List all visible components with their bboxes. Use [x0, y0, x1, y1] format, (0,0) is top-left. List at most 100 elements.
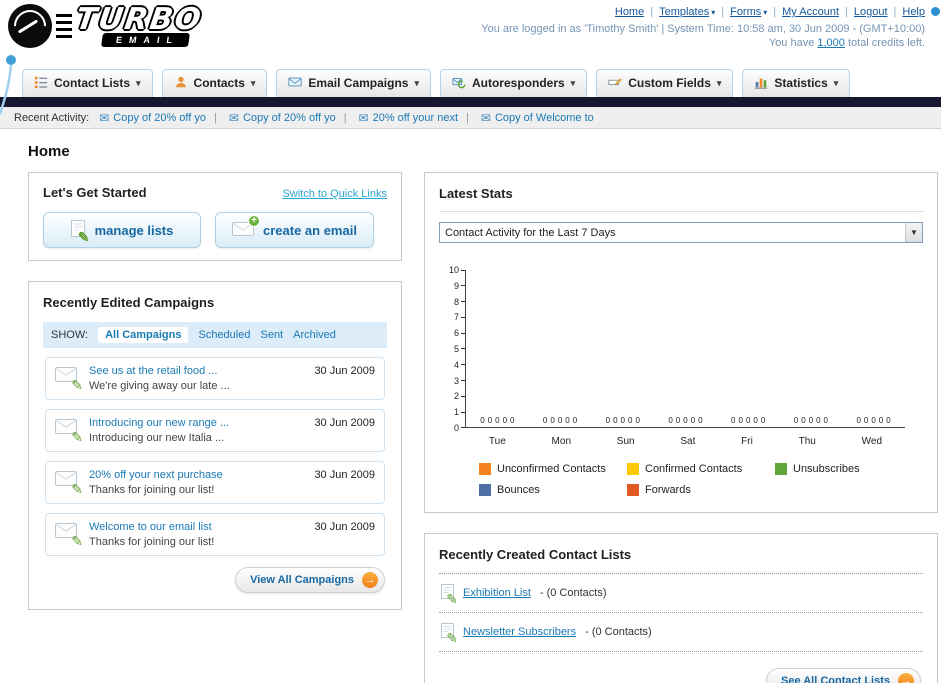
create-email-button[interactable]: + create an email — [215, 212, 374, 248]
top-link-my-account[interactable]: My Account — [767, 6, 839, 18]
main-nav: Contact Lists ▾ Contacts ▾ Email Campaig… — [0, 64, 941, 97]
campaign-title-link[interactable]: See us at the retail food ... — [89, 365, 230, 377]
recent-campaigns-panel: Recently Edited Campaigns SHOW: All Camp… — [28, 281, 402, 610]
nav-tab-statistics[interactable]: Statistics ▾ — [742, 69, 851, 97]
chart-y-tick: 4 — [439, 360, 465, 370]
legend-label: Unsubscribes — [793, 463, 860, 475]
chart-data-label: 0 — [487, 416, 493, 425]
recent-activity-item[interactable]: ✉20% off your next — [336, 112, 458, 124]
top-link-help[interactable]: Help — [888, 6, 925, 18]
chart-data-label: 0 — [480, 416, 485, 425]
email-edit-icon: ✎ — [55, 521, 83, 548]
see-all-contact-lists-button[interactable]: See All Contact Lists → — [765, 668, 921, 683]
top-link-forms[interactable]: Forms▾ — [715, 6, 767, 18]
chart-y-tick: 7 — [439, 312, 465, 322]
header: TURBO EMAIL Home Templates▾ Forms▾ My Ac… — [0, 0, 941, 115]
chart-data-label: 0 — [886, 416, 891, 425]
campaign-row: ✎ See us at the retail food ... We're gi… — [45, 357, 385, 400]
recent-activity-item[interactable]: ✉Copy of Welcome to — [458, 112, 594, 124]
logo-title: TURBO — [73, 2, 205, 37]
recent-campaigns-title: Recently Edited Campaigns — [43, 295, 215, 310]
contact-list-link[interactable]: Newsletter Subscribers — [463, 626, 576, 638]
nav-tab-contact-lists[interactable]: Contact Lists ▾ — [22, 69, 153, 97]
chart-data-label: 0 — [605, 416, 611, 425]
top-link-home[interactable]: Home — [615, 6, 644, 18]
chart-data-label: 0 — [816, 416, 821, 425]
chart-data-label: 0 — [613, 416, 618, 425]
filter-all-campaigns[interactable]: All Campaigns — [98, 327, 189, 343]
nav-tab-label: Autoresponders — [471, 76, 565, 90]
stats-period-select[interactable]: Contact Activity for the Last 7 Days ▼ — [439, 222, 923, 243]
chart-data-label: 0 — [635, 416, 640, 425]
contact-list-link[interactable]: Exhibition List — [463, 587, 531, 599]
top-link-templates[interactable]: Templates▾ — [644, 6, 715, 18]
email-edit-icon: ✎ — [55, 469, 83, 496]
credits-amount-link[interactable]: 1,000 — [817, 37, 845, 49]
top-link-logout[interactable]: Logout — [839, 6, 888, 18]
filter-archived[interactable]: Archived — [293, 329, 336, 341]
campaign-row: ✎ Introducing our new range ... Introduc… — [45, 409, 385, 452]
list-edit-icon: ✎ — [441, 584, 458, 606]
view-all-campaigns-button[interactable]: View All Campaigns → — [235, 567, 385, 593]
filter-sent[interactable]: Sent — [260, 329, 283, 341]
chart-data-label: 0 — [808, 416, 814, 425]
nav-tab-contacts[interactable]: Contacts ▾ — [161, 69, 268, 97]
chart-data-label: 0 — [753, 416, 758, 425]
chart-data-label: 0 — [856, 416, 861, 425]
credits-info: You have 1,000 total credits left. — [481, 37, 925, 49]
campaign-title-link[interactable]: Welcome to our email list — [89, 521, 214, 533]
nav-tab-email-campaigns[interactable]: Email Campaigns ▾ — [276, 69, 431, 97]
select-arrow-icon: ▼ — [905, 223, 922, 242]
chart-data-label: 0 — [627, 416, 633, 425]
campaign-date: 30 Jun 2009 — [314, 417, 375, 429]
chart-y-axis: 10 9 8 7 6 5 4 3 2 1 0 — [439, 265, 465, 433]
recent-contact-lists-title: Recently Created Contact Lists — [439, 547, 632, 562]
campaign-title-link[interactable]: 20% off your next purchase — [89, 469, 223, 481]
recent-activity-item[interactable]: ✉Copy of 20% off yo — [99, 112, 206, 124]
campaign-title-link[interactable]: Introducing our new range ... — [89, 417, 229, 429]
corner-dot — [931, 7, 940, 16]
list-edit-icon: ✎ — [70, 220, 90, 244]
contact-list-count: - (0 Contacts) — [539, 587, 607, 599]
view-all-campaigns-label: View All Campaigns — [250, 574, 354, 586]
chart-value-group: 00000 — [606, 416, 640, 425]
credits-suffix: total credits left. — [844, 37, 925, 49]
chart-x-tick-label: Sun — [616, 436, 635, 447]
chevron-down-icon: ▾ — [250, 77, 256, 88]
legend-label: Unconfirmed Contacts — [497, 463, 606, 475]
nav-tab-custom-fields[interactable]: Custom Fields ▾ — [596, 69, 734, 97]
chart-data-label: 0 — [565, 416, 570, 425]
legend-swatch — [479, 484, 491, 496]
get-started-title: Let's Get Started — [43, 185, 147, 200]
nav-tab-label: Custom Fields — [628, 76, 711, 90]
chart-plot-groups: 00000000000000000000000000000000000 — [466, 416, 905, 425]
chart-data-label: 0 — [495, 416, 500, 425]
arrow-right-icon: → — [362, 572, 378, 588]
chart-y-tick: 2 — [439, 391, 465, 401]
filter-scheduled[interactable]: Scheduled — [198, 329, 250, 341]
switch-quick-links-link[interactable]: Switch to Quick Links — [282, 188, 387, 200]
chevron-down-icon: ▾ — [136, 77, 141, 88]
chart-x-tick-label: Sat — [680, 436, 696, 447]
manage-lists-button[interactable]: ✎ manage lists — [43, 212, 201, 248]
arrow-right-icon: → — [898, 673, 914, 683]
speedometer-icon — [8, 4, 52, 48]
legend-item: Unconfirmed Contacts — [479, 463, 627, 475]
page-title: Home — [28, 143, 70, 160]
nav-tab-label: Email Campaigns — [308, 76, 409, 90]
recent-activity-item[interactable]: ✉Copy of 20% off yo — [206, 112, 336, 124]
header-meta: Home Templates▾ Forms▾ My Account Logout… — [481, 6, 925, 49]
chart-y-tick: 6 — [439, 328, 465, 338]
nav-tab-autoresponders[interactable]: Autoresponders ▾ — [439, 69, 588, 97]
chart-y-tick: 10 — [439, 265, 465, 275]
chart-x-tick-label: Mon — [551, 436, 571, 447]
chart-data-label: 0 — [760, 416, 766, 425]
chart-data-label: 0 — [675, 416, 681, 425]
chart-data-label: 0 — [620, 416, 625, 425]
chart-y-tick: 8 — [439, 297, 465, 307]
chart-data-label: 0 — [698, 416, 703, 425]
nav-divider-bar — [0, 97, 941, 107]
chart-data-label: 0 — [863, 416, 869, 425]
envelope-icon: ✉ — [228, 110, 239, 125]
chart-y-tick: 1 — [439, 407, 465, 417]
